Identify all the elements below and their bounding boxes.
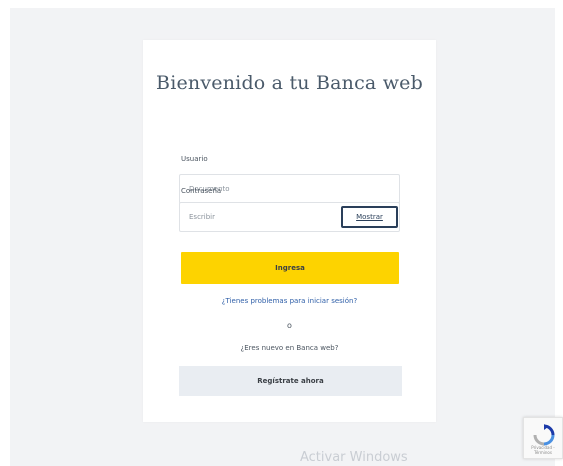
- recaptcha-badge[interactable]: Privacidad - Términos: [523, 417, 563, 459]
- register-button[interactable]: Regístrate ahora: [179, 366, 402, 396]
- recaptcha-caption: Privacidad - Términos: [531, 445, 555, 455]
- forgot-password-link[interactable]: ¿Tienes problemas para iniciar sesión?: [143, 297, 436, 305]
- separator-text: o: [287, 321, 292, 330]
- user-label: Usuario: [181, 155, 208, 163]
- show-password-button[interactable]: Mostrar: [341, 206, 398, 228]
- recaptcha-icon: [533, 424, 555, 446]
- login-card: Bienvenido a tu Banca web Usuario Docume…: [143, 40, 436, 422]
- login-button[interactable]: Ingresa: [181, 252, 399, 284]
- windows-activation-watermark: Activar Windows: [300, 450, 408, 465]
- page-title: Bienvenido a tu Banca web: [156, 72, 423, 94]
- password-value: Escribir: [189, 213, 216, 221]
- new-user-text: ¿Eres nuevo en Banca web?: [240, 344, 339, 352]
- password-label: Contraseña: [181, 187, 222, 195]
